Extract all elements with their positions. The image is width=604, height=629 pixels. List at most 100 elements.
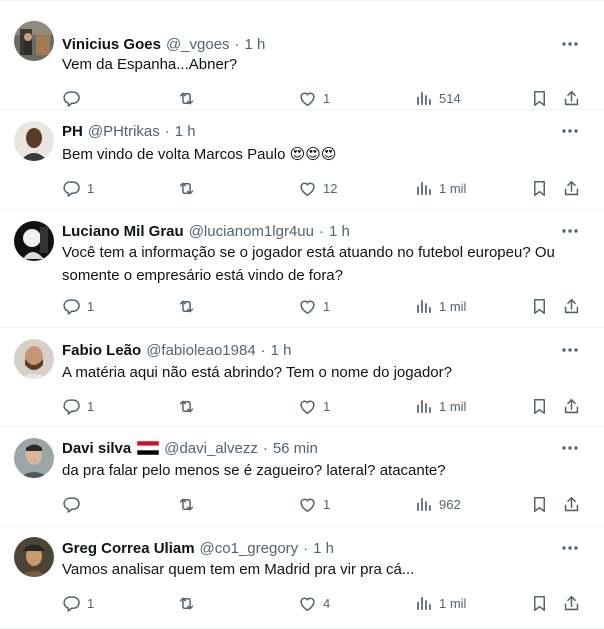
bookmark-button[interactable] bbox=[530, 177, 549, 199]
views-chart-icon bbox=[414, 179, 433, 198]
retweet-button[interactable] bbox=[177, 295, 202, 317]
display-name[interactable]: Vinicius Goes bbox=[62, 36, 161, 53]
more-horizontal-icon[interactable] bbox=[560, 221, 580, 241]
retweet-button[interactable] bbox=[177, 87, 202, 109]
like-button[interactable]: 1 bbox=[298, 87, 330, 109]
bookmark-button[interactable] bbox=[530, 295, 549, 317]
tweet-reply[interactable]: Greg Correa Uliam @co1_gregory · 1 h Vam… bbox=[0, 527, 604, 629]
avatar[interactable] bbox=[14, 339, 54, 379]
bookmark-button[interactable] bbox=[530, 395, 549, 417]
reply-button[interactable]: 1 bbox=[62, 395, 94, 417]
tweet-reply[interactable]: PH @PHtrikas · 1 h Bem vindo de volta Ma… bbox=[0, 110, 604, 210]
retweet-button[interactable] bbox=[177, 493, 202, 515]
views-button[interactable]: 1 mil bbox=[414, 592, 466, 614]
retweet-icon bbox=[177, 89, 196, 108]
avatar[interactable] bbox=[14, 438, 54, 478]
user-handle[interactable]: @lucianom1lgr4uu bbox=[189, 223, 314, 240]
avatar[interactable] bbox=[14, 121, 54, 161]
display-name[interactable]: Fabio Leão bbox=[62, 342, 141, 359]
display-name[interactable]: Greg Correa Uliam bbox=[62, 540, 195, 557]
separator-dot: · bbox=[303, 539, 309, 557]
share-icon bbox=[562, 594, 581, 613]
bookmark-button[interactable] bbox=[530, 87, 549, 109]
tweet-header: Davi silva @davi_alvezz · 56 min bbox=[62, 438, 318, 458]
retweet-icon bbox=[177, 397, 196, 416]
bookmark-icon bbox=[530, 297, 549, 316]
user-handle[interactable]: @fabioleao1984 bbox=[146, 342, 255, 359]
avatar[interactable] bbox=[14, 21, 54, 61]
like-button[interactable]: 1 bbox=[298, 295, 330, 317]
reply-icon bbox=[62, 89, 81, 108]
like-button[interactable]: 1 bbox=[298, 395, 330, 417]
views-button[interactable]: 1 mil bbox=[414, 295, 466, 317]
views-button[interactable]: 1 mil bbox=[414, 177, 466, 199]
more-horizontal-icon[interactable] bbox=[560, 438, 580, 458]
timestamp[interactable]: 1 h bbox=[245, 36, 266, 53]
timestamp[interactable]: 1 h bbox=[313, 540, 334, 557]
tweet-actions: 1 4 1 mil bbox=[0, 592, 604, 614]
tweet-reply[interactable]: Vinicius Goes @_vgoes · 1 h Vem da Espan… bbox=[0, 10, 604, 110]
separator-dot: · bbox=[260, 341, 266, 359]
retweet-button[interactable] bbox=[177, 395, 202, 417]
more-horizontal-icon[interactable] bbox=[560, 340, 580, 360]
retweet-button[interactable] bbox=[177, 592, 202, 614]
share-button[interactable] bbox=[562, 395, 581, 417]
share-button[interactable] bbox=[562, 592, 581, 614]
retweet-icon bbox=[177, 594, 196, 613]
reply-button[interactable]: 1 bbox=[62, 295, 94, 317]
more-horizontal-icon[interactable] bbox=[560, 538, 580, 558]
separator-dot: · bbox=[262, 439, 268, 457]
display-name[interactable]: Davi silva bbox=[62, 440, 131, 457]
like-count: 1 bbox=[323, 90, 331, 106]
avatar[interactable] bbox=[14, 537, 54, 577]
like-button[interactable]: 4 bbox=[298, 592, 330, 614]
like-count: 4 bbox=[323, 595, 331, 611]
reply-button[interactable] bbox=[62, 87, 87, 109]
timestamp[interactable]: 56 min bbox=[273, 440, 318, 457]
reply-button[interactable]: 1 bbox=[62, 592, 94, 614]
display-name[interactable]: PH bbox=[62, 123, 83, 140]
timestamp[interactable]: 1 h bbox=[271, 342, 292, 359]
top-divider bbox=[0, 0, 604, 1]
more-horizontal-icon[interactable] bbox=[560, 34, 580, 54]
timestamp[interactable]: 1 h bbox=[329, 223, 350, 240]
avatar[interactable] bbox=[14, 221, 54, 261]
tweet-text: Bem vindo de volta Marcos Paulo 😍😍😍 bbox=[62, 146, 337, 163]
share-button[interactable] bbox=[562, 87, 581, 109]
more-horizontal-icon[interactable] bbox=[560, 121, 580, 141]
share-button[interactable] bbox=[562, 493, 581, 515]
views-button[interactable]: 1 mil bbox=[414, 395, 466, 417]
tweet-reply[interactable]: Davi silva @davi_alvezz · 56 min da pra … bbox=[0, 427, 604, 527]
user-handle[interactable]: @davi_alvezz bbox=[164, 440, 258, 457]
reply-button[interactable]: 1 bbox=[62, 177, 94, 199]
egypt-flag-icon bbox=[136, 440, 160, 456]
reply-thread: Vinicius Goes @_vgoes · 1 h Vem da Espan… bbox=[0, 0, 604, 629]
reply-button[interactable] bbox=[62, 493, 87, 515]
reply-count: 1 bbox=[87, 398, 95, 414]
share-button[interactable] bbox=[562, 295, 581, 317]
like-button[interactable]: 1 bbox=[298, 493, 330, 515]
tweet-reply[interactable]: Fabio Leão @fabioleao1984 · 1 h A matéri… bbox=[0, 328, 604, 427]
retweet-icon bbox=[177, 179, 196, 198]
user-handle[interactable]: @PHtrikas bbox=[88, 123, 160, 140]
timestamp[interactable]: 1 h bbox=[175, 123, 196, 140]
bookmark-button[interactable] bbox=[530, 592, 549, 614]
views-chart-icon bbox=[414, 89, 433, 108]
bookmark-button[interactable] bbox=[530, 493, 549, 515]
display-name[interactable]: Luciano Mil Grau bbox=[62, 223, 184, 240]
like-count: 1 bbox=[323, 298, 331, 314]
views-button[interactable]: 514 bbox=[414, 87, 461, 109]
user-handle[interactable]: @co1_gregory bbox=[200, 540, 299, 557]
tweet-header: Greg Correa Uliam @co1_gregory · 1 h bbox=[62, 538, 334, 558]
user-handle[interactable]: @_vgoes bbox=[166, 36, 230, 53]
tweet-header: Vinicius Goes @_vgoes · 1 h bbox=[62, 34, 265, 54]
bookmark-icon bbox=[530, 89, 549, 108]
share-button[interactable] bbox=[562, 177, 581, 199]
views-count: 1 mil bbox=[439, 298, 467, 314]
views-button[interactable]: 962 bbox=[414, 493, 461, 515]
retweet-button[interactable] bbox=[177, 177, 202, 199]
tweet-actions: 1 1 1 mil bbox=[0, 295, 604, 317]
tweet-reply[interactable]: Luciano Mil Grau @lucianom1lgr4uu · 1 h … bbox=[0, 210, 604, 328]
like-button[interactable]: 12 bbox=[298, 177, 337, 199]
tweet-text: da pra falar pelo menos se é zagueiro? l… bbox=[62, 462, 446, 479]
